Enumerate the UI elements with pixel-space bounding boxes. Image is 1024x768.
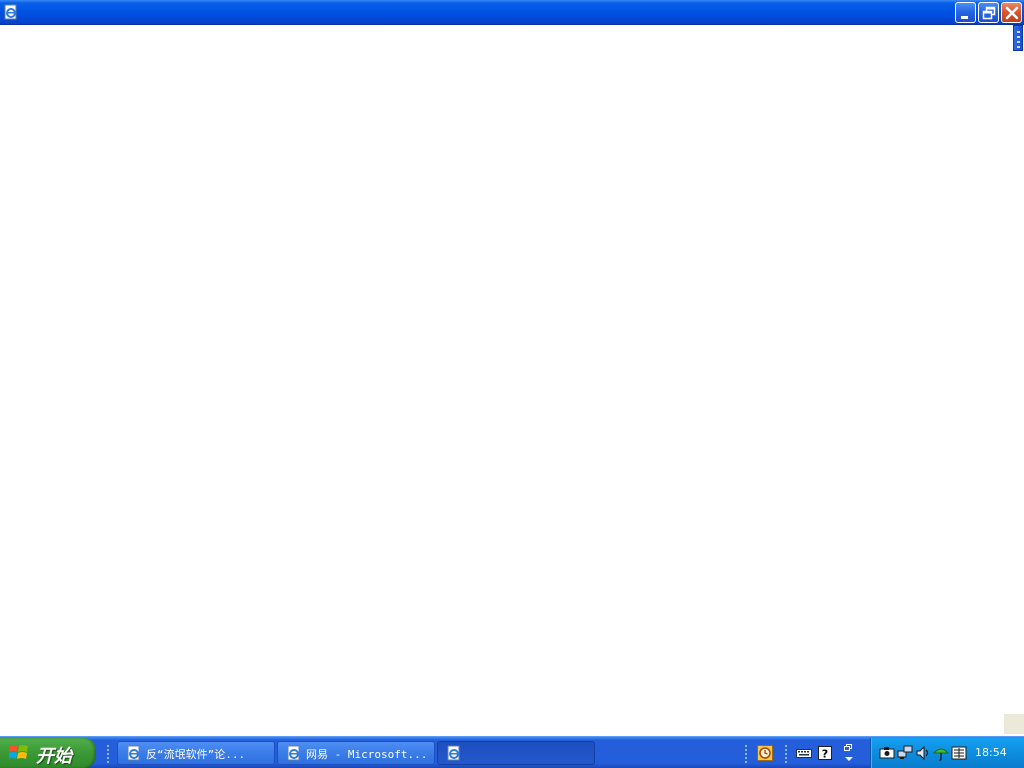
clock-app-icon[interactable]	[757, 745, 773, 761]
camera-icon[interactable]	[879, 745, 895, 761]
svg-text:?: ?	[822, 748, 828, 761]
ie-page-icon	[287, 745, 300, 761]
keyboard-icon[interactable]	[796, 745, 812, 761]
minimize-icon	[961, 16, 968, 19]
scrollbar-handle[interactable]	[1013, 25, 1023, 51]
taskbar-button-label: 反“流氓软件”论...	[146, 748, 246, 761]
window-titlebar[interactable]	[0, 0, 1024, 25]
system-clock[interactable]: 18:54	[975, 746, 1007, 759]
ie-page-icon[interactable]	[3, 4, 19, 20]
toolbar-grip[interactable]	[784, 745, 788, 763]
help-icon[interactable]: ?	[817, 745, 833, 761]
start-button[interactable]: 开始	[0, 738, 96, 768]
resize-grip[interactable]	[1004, 714, 1024, 734]
toolbar-grip[interactable]	[106, 745, 110, 763]
ie-page-icon	[447, 745, 460, 761]
taskbar: 开始 反“流氓软件”论... 网易 - Microsoft... ? 18:54	[0, 736, 1024, 768]
restore-button[interactable]	[978, 2, 999, 23]
system-tray: 18:54	[870, 738, 1024, 768]
sound-icon[interactable]	[915, 745, 931, 761]
taskbar-button-2[interactable]: 网易 - Microsoft...	[277, 741, 435, 765]
ime-icon[interactable]	[951, 745, 967, 761]
start-label: 开始	[36, 746, 72, 767]
restore-icon	[982, 6, 996, 20]
close-icon	[1005, 6, 1019, 20]
taskbar-button-label: 网易 - Microsoft...	[306, 748, 428, 761]
close-button[interactable]	[1001, 2, 1022, 23]
taskbar-button-1[interactable]: 反“流氓软件”论...	[117, 741, 275, 765]
network-icon[interactable]	[897, 745, 913, 761]
toolbar-grip[interactable]	[744, 745, 748, 763]
restore-small-icon[interactable]	[841, 743, 857, 763]
umbrella-icon[interactable]	[933, 745, 949, 761]
minimize-button[interactable]	[955, 2, 976, 23]
taskbar-button-3[interactable]	[437, 741, 595, 765]
browser-content-area[interactable]	[0, 25, 1024, 733]
windows-logo-icon	[9, 745, 28, 759]
ie-page-icon	[127, 745, 140, 761]
